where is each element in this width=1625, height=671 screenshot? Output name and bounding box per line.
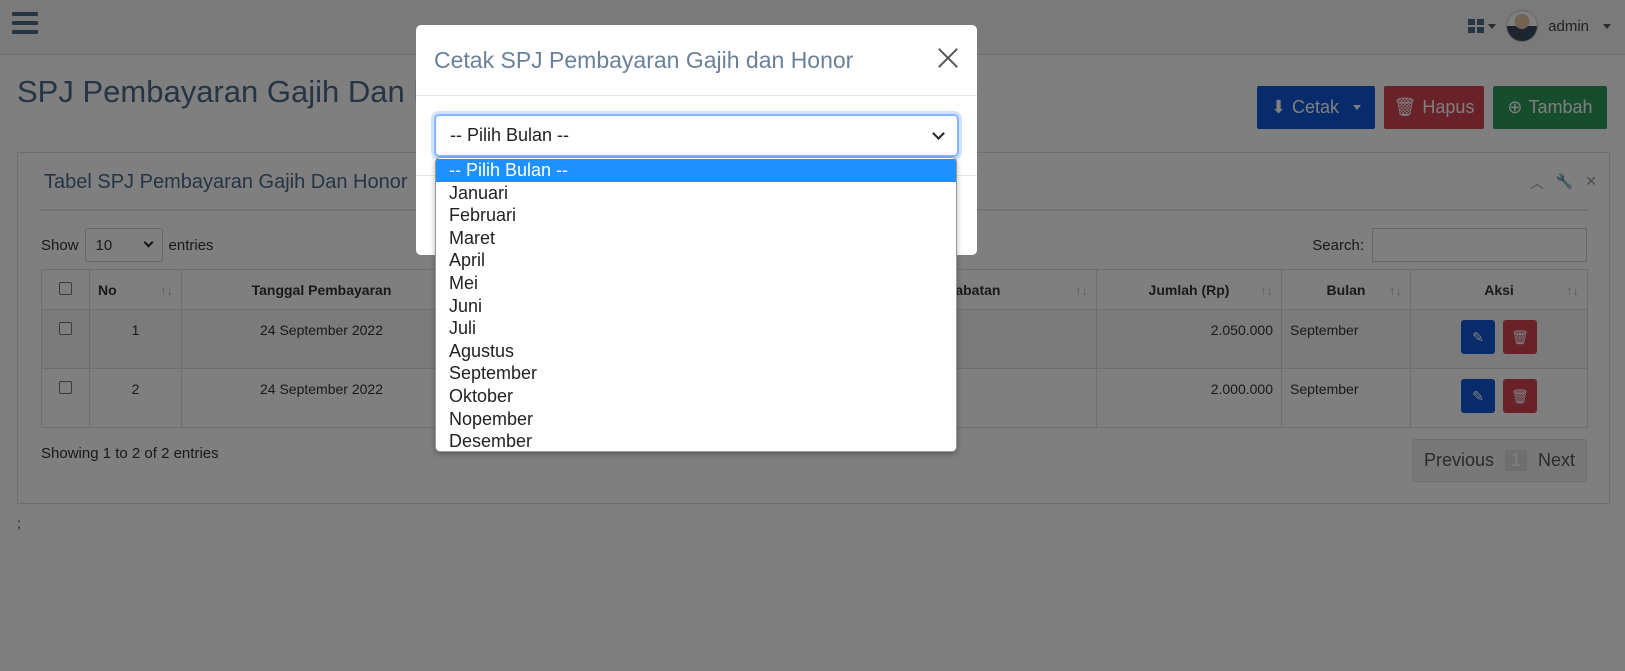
month-select[interactable]: -- Pilih Bulan -- — [434, 114, 959, 157]
month-option[interactable]: April — [436, 249, 956, 272]
month-option[interactable]: Februari — [436, 204, 956, 227]
month-select-value: -- Pilih Bulan -- — [450, 125, 570, 145]
month-option[interactable]: Juni — [436, 295, 956, 318]
month-option[interactable]: September — [436, 362, 956, 385]
month-option[interactable]: Juli — [436, 317, 956, 340]
month-option[interactable]: Nopember — [436, 408, 956, 431]
close-icon[interactable] — [937, 47, 959, 69]
month-option[interactable]: Maret — [436, 227, 956, 250]
month-option[interactable]: Agustus — [436, 340, 956, 363]
month-option[interactable]: Mei — [436, 272, 956, 295]
month-option[interactable]: Desember — [436, 430, 956, 451]
month-option[interactable]: -- Pilih Bulan -- — [436, 159, 956, 182]
month-option[interactable]: Januari — [436, 182, 956, 205]
month-dropdown-list: -- Pilih Bulan -- Januari Februari Maret… — [435, 157, 957, 452]
chevron-down-icon — [932, 126, 945, 140]
modal-title: Cetak SPJ Pembayaran Gajih dan Honor — [434, 47, 854, 73]
divider — [416, 95, 977, 96]
month-option[interactable]: Oktober — [436, 385, 956, 408]
